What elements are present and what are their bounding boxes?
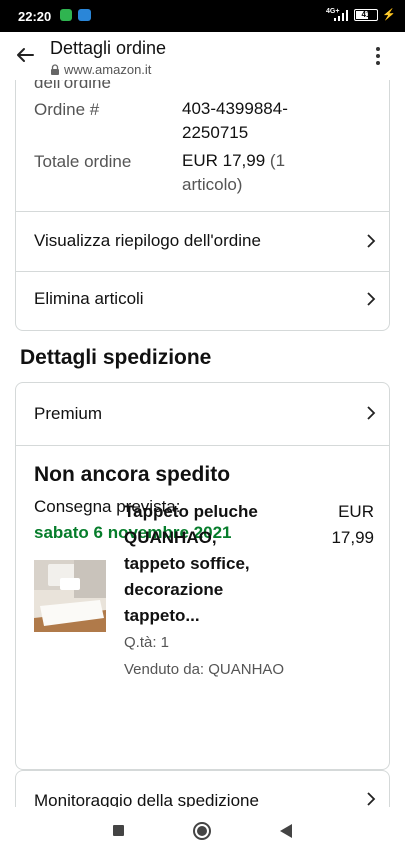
shipping-card: Premium Non ancora spedito Consegna prev… [15,382,390,770]
nav-back-icon[interactable] [279,823,293,839]
signal-icon [334,10,348,21]
chevron-right-icon [367,406,376,420]
order-number-value: 403-4399884- 2250715 [182,99,288,142]
page-url: www.amazon.it [64,62,152,77]
shipping-section-title: Dettagli spedizione [20,346,212,369]
delete-items-label: Elimina articoli [34,289,144,308]
view-order-summary-row[interactable]: Visualizza riepilogo dell'ordine [16,212,389,270]
back-arrow-icon[interactable] [14,44,36,66]
cloud-app-icon [78,9,91,21]
charging-icon: ⚡ [382,9,396,21]
delete-items-row[interactable]: Elimina articoli [16,272,389,330]
product-price: EUR 17,99 [331,502,374,547]
home-icon[interactable] [193,822,211,840]
order-total-value: EUR 17,99 (1 articolo) [182,151,286,194]
app-header: Dettagli ordine www.amazon.it [0,32,405,80]
tracking-card[interactable]: Monitoraggio della spedizione [15,770,390,807]
system-nav-bar [0,807,405,855]
battery-level: 41 [361,10,371,19]
shipping-method-label: Premium [34,404,103,423]
product-seller: Venduto da: QUANHAO [124,661,285,678]
order-total-label: Totale ordine [34,152,132,171]
chevron-right-icon [367,234,376,248]
product-name[interactable]: Tappeto peluche QUANHAO, tappeto soffice… [124,499,294,629]
order-card: dell'ordine Ordine # 403-4399884- 225071… [15,80,390,331]
page-title: Dettagli ordine [50,38,167,58]
battery-icon: 41 [354,9,378,21]
page-content: dell'ordine Ordine # 403-4399884- 225071… [0,80,405,807]
lock-icon [51,64,59,75]
tracking-label: Monitoraggio della spedizione [34,791,259,807]
shipping-method-row[interactable]: Premium [16,383,389,445]
recent-apps-icon[interactable] [113,825,124,836]
chevron-right-icon [367,292,376,306]
view-order-summary-label: Visualizza riepilogo dell'ordine [34,231,261,250]
chevron-right-icon [367,792,376,806]
chat-app-icon [60,9,72,21]
product-item[interactable]: Tappeto peluche QUANHAO, tappeto soffice… [16,443,389,743]
product-image[interactable] [34,560,106,632]
more-options-icon[interactable] [370,46,386,66]
product-quantity: Q.tà: 1 [124,634,170,651]
order-date-label: dell'ordine [34,80,111,92]
status-time: 22:20 [18,9,52,24]
status-bar: 22:20 4G+ 41 ⚡ [0,0,405,32]
order-number-label: Ordine # [34,100,100,119]
